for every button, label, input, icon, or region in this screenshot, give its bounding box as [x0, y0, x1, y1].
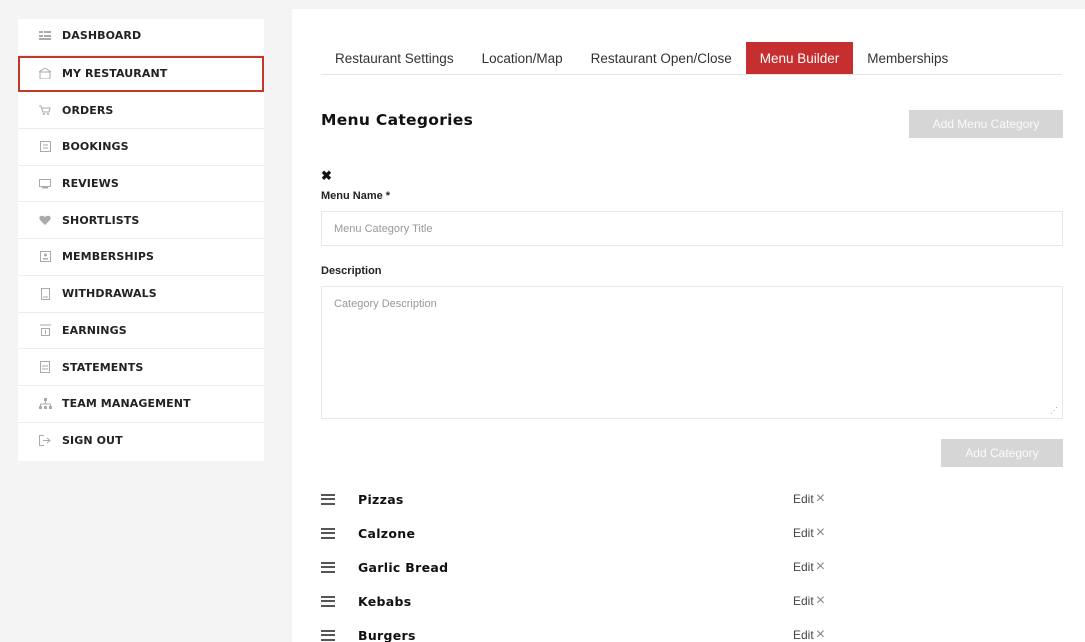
main-panel: Restaurant Settings Location/Map Restaur… — [292, 9, 1085, 642]
edit-link: Edit × — [793, 627, 825, 642]
sign-out-icon — [38, 435, 52, 447]
sidebar-item-label: REVIEWS — [62, 177, 119, 191]
drag-handle-icon[interactable] — [321, 527, 335, 539]
list-icon — [38, 141, 52, 153]
sidebar-item-label: SHORTLISTS — [62, 213, 140, 227]
description-label: Description — [321, 265, 382, 277]
sidebar-item-label: MEMBERSHIPS — [62, 250, 155, 264]
drag-handle-icon[interactable] — [321, 493, 335, 505]
sidebar-item-dashboard[interactable]: DASHBOARD — [18, 19, 264, 56]
delete-icon[interactable]: × — [816, 593, 825, 609]
sidebar-item-withdrawals[interactable]: WITHDRAWALS — [18, 276, 264, 313]
document-icon — [38, 361, 52, 374]
drag-handle-icon[interactable] — [321, 561, 335, 573]
tab-menu-builder[interactable]: Menu Builder — [745, 42, 854, 74]
delete-icon[interactable]: × — [816, 491, 825, 507]
drag-handle-icon[interactable] — [321, 629, 335, 641]
page-title: Menu Categories — [321, 111, 474, 129]
add-category-button[interactable]: Add Category — [941, 439, 1063, 467]
edit-button[interactable]: Edit — [793, 526, 814, 540]
wallet-icon — [38, 324, 52, 337]
restaurant-icon — [38, 68, 52, 80]
sidebar-item-sign-out[interactable]: SIGN OUT — [18, 423, 264, 460]
category-name: Pizzas — [358, 491, 404, 507]
list-item: Garlic Bread Edit × — [321, 557, 861, 577]
sidebar-item-statements[interactable]: STATEMENTS — [18, 349, 264, 386]
drag-handle-icon[interactable] — [321, 595, 335, 607]
delete-icon[interactable]: × — [816, 559, 825, 575]
tab-memberships[interactable]: Memberships — [853, 42, 962, 74]
description-textarea[interactable]: Category Description ⋰ — [321, 286, 1063, 419]
sidebar-item-team-management[interactable]: TEAM MANAGEMENT — [18, 386, 264, 423]
list-item: Burgers Edit × — [321, 625, 861, 642]
dashboard-icon — [38, 29, 52, 41]
close-icon[interactable]: ✖ — [321, 168, 332, 184]
category-name: Burgers — [358, 627, 416, 642]
add-menu-category-button[interactable]: Add Menu Category — [909, 110, 1063, 138]
cart-icon — [38, 104, 52, 116]
edit-link: Edit × — [793, 491, 825, 507]
sidebar-item-label: TEAM MANAGEMENT — [62, 397, 191, 411]
menu-name-label: Menu Name * — [321, 190, 391, 202]
edit-button[interactable]: Edit — [793, 492, 814, 506]
id-card-icon — [38, 251, 52, 263]
list-item: Calzone Edit × — [321, 523, 861, 543]
tab-location-map[interactable]: Location/Map — [468, 42, 577, 74]
sitemap-icon — [38, 398, 52, 410]
sidebar-item-label: MY RESTAURANT — [62, 67, 168, 81]
category-name: Garlic Bread — [358, 559, 449, 575]
sidebar-item-label: WITHDRAWALS — [62, 287, 157, 301]
delete-icon[interactable]: × — [816, 525, 825, 541]
sidebar-item-label: DASHBOARD — [62, 29, 142, 42]
edit-button[interactable]: Edit — [793, 594, 814, 608]
edit-button[interactable]: Edit — [793, 628, 814, 642]
sidebar-item-reviews[interactable]: REVIEWS — [18, 166, 264, 203]
list-item: Kebabs Edit × — [321, 591, 861, 611]
sidebar-nav: DASHBOARD MY RESTAURANT ORDERS BOOKINGS … — [18, 19, 264, 461]
edit-link: Edit × — [793, 593, 825, 609]
heart-icon — [38, 214, 52, 226]
category-name: Kebabs — [358, 593, 412, 609]
sidebar-item-label: STATEMENTS — [62, 360, 144, 374]
resize-handle-icon[interactable]: ⋰ — [1050, 406, 1058, 415]
description-placeholder: Category Description — [334, 298, 437, 310]
delete-icon[interactable]: × — [816, 627, 825, 642]
sidebar-item-label: EARNINGS — [62, 323, 127, 337]
tab-restaurant-open-close[interactable]: Restaurant Open/Close — [577, 42, 746, 74]
category-name: Calzone — [358, 525, 416, 541]
comment-icon — [38, 178, 52, 190]
settings-tabs: Restaurant Settings Location/Map Restaur… — [321, 42, 1062, 75]
sidebar-item-label: BOOKINGS — [62, 140, 129, 154]
sidebar-item-bookings[interactable]: BOOKINGS — [18, 129, 264, 166]
edit-button[interactable]: Edit — [793, 560, 814, 574]
edit-link: Edit × — [793, 525, 825, 541]
sidebar-item-my-restaurant[interactable]: MY RESTAURANT — [18, 55, 264, 93]
sidebar-item-orders[interactable]: ORDERS — [18, 92, 264, 130]
sidebar-item-label: ORDERS — [62, 103, 114, 117]
sidebar-item-shortlists[interactable]: SHORTLISTS — [18, 202, 264, 240]
list-item: Pizzas Edit × — [321, 489, 861, 509]
edit-link: Edit × — [793, 559, 825, 575]
sidebar-item-earnings[interactable]: EARNINGS — [18, 313, 264, 350]
menu-name-input[interactable]: Menu Category Title — [321, 211, 1063, 246]
tab-restaurant-settings[interactable]: Restaurant Settings — [321, 42, 468, 74]
sidebar-item-memberships[interactable]: MEMBERSHIPS — [18, 239, 264, 276]
receipt-icon — [38, 287, 52, 300]
sidebar-item-label: SIGN OUT — [62, 434, 123, 448]
